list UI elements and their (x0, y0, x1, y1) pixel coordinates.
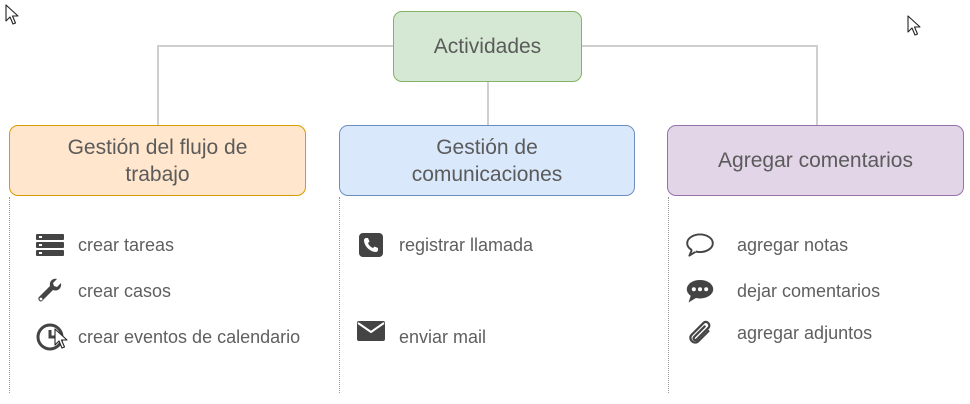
list-item-registrar-llamada[interactable]: registrar llamada (356, 230, 533, 260)
connector-left-drop (157, 45, 159, 125)
connector-right-drop (816, 45, 818, 125)
speech-bubble-outline-icon (685, 230, 715, 260)
category-node-label: Agregar comentarios (718, 149, 913, 172)
mouse-cursor-icon (907, 15, 921, 36)
list-item-crear-casos[interactable]: crear casos (35, 276, 171, 306)
category-node-label: Gestión del flujo de trabajo (67, 135, 248, 186)
connector-root-left (158, 45, 394, 47)
wrench-icon (35, 276, 65, 306)
list-item-crear-eventos[interactable]: crear eventos de calendario (35, 322, 300, 352)
list-item-label: crear eventos de calendario (78, 326, 301, 347)
list-item-dejar-comentarios[interactable]: dejar comentarios (685, 276, 880, 306)
category-guide-line (9, 197, 10, 393)
root-node-label: Actividades (433, 35, 542, 58)
list-item-agregar-notas[interactable]: agregar notas (685, 230, 848, 260)
category-node-workflow[interactable]: Gestión del flujo de trabajo (9, 125, 306, 196)
category-node-comments[interactable]: Agregar comentarios (667, 125, 964, 196)
list-item-label: crear casos (78, 280, 172, 301)
root-node-actividades[interactable]: Actividades (393, 11, 582, 82)
list-item-label: dejar comentarios (737, 280, 881, 301)
envelope-icon (356, 316, 386, 346)
mouse-cursor-icon (5, 4, 19, 25)
list-item-agregar-adjuntos[interactable]: agregar adjuntos (685, 318, 872, 348)
category-guide-line (339, 197, 340, 393)
paperclip-icon (685, 318, 715, 348)
list-item-label: agregar adjuntos (737, 322, 873, 343)
list-item-label: registrar llamada (399, 234, 534, 255)
list-item-enviar-mail[interactable]: enviar mail (356, 316, 487, 347)
list-item-label: crear tareas (78, 234, 175, 255)
speech-bubble-dots-icon (685, 276, 715, 306)
list-item-label: enviar mail (399, 326, 487, 347)
list-item-label: agregar notas (737, 234, 849, 255)
server-icon (35, 230, 65, 260)
phone-icon (356, 230, 386, 260)
category-guide-line (668, 197, 669, 393)
list-item-crear-tareas[interactable]: crear tareas (35, 230, 174, 260)
connector-center-drop (487, 82, 489, 125)
mouse-cursor-icon (54, 328, 68, 349)
category-node-communications[interactable]: Gestión de comunicaciones (339, 125, 635, 196)
connector-root-right (582, 45, 818, 47)
category-node-label: Gestión de comunicaciones (411, 135, 563, 186)
